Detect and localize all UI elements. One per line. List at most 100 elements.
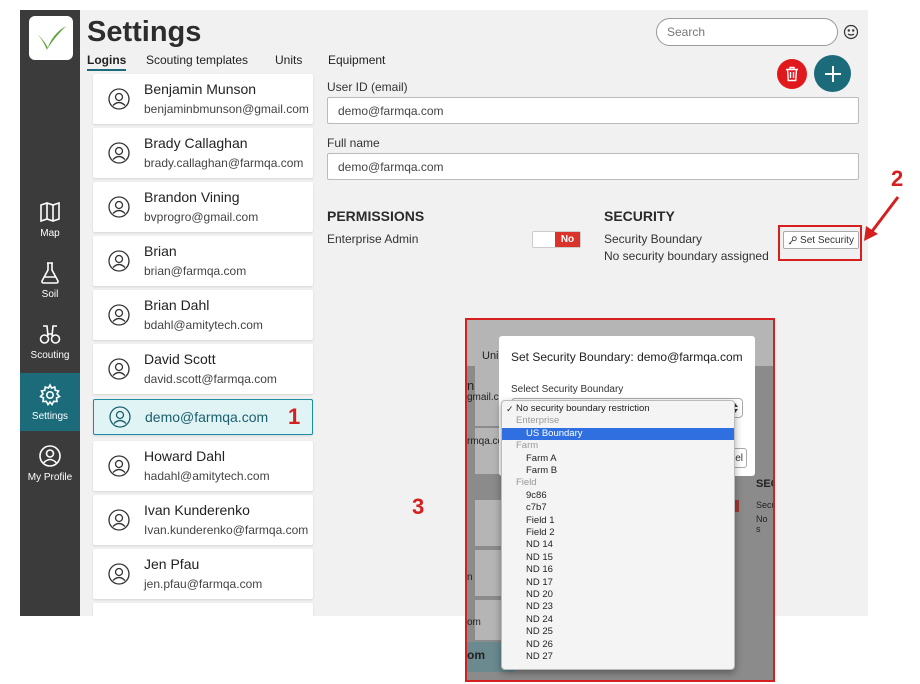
checkmark-icon: ✓ [506, 404, 514, 414]
sidebar: Map Soil Scouting Settings My Profile [20, 10, 80, 616]
inset-security-fragment: SEC [756, 478, 773, 490]
page-title: Settings [87, 16, 202, 48]
inset-security-fragment: No s [756, 514, 768, 534]
sidebar-item-scouting[interactable]: Scouting [20, 312, 80, 370]
user-name: demo@farmqa.com [145, 409, 269, 425]
app-logo[interactable] [29, 16, 73, 60]
dropdown-option[interactable]: ND 25 [502, 626, 734, 638]
user-email: Ivan.kunderenko@farmqa.com [144, 523, 309, 537]
dropdown-option[interactable]: Farm B [502, 465, 734, 477]
user-card[interactable]: Brian brian@farmqa.com [93, 236, 313, 286]
inset-security-fragment: Secu [756, 500, 775, 510]
dropdown-option[interactable]: 9c86 [502, 490, 734, 502]
dropdown-option[interactable]: ND 15 [502, 552, 734, 564]
inset-row-fragment: om [467, 617, 481, 628]
annotation-highlight-box [778, 225, 862, 261]
sidebar-item-label: Settings [31, 410, 69, 422]
dropdown-option[interactable]: ND 20 [502, 589, 734, 601]
sidebar-item-label: Soil [41, 288, 59, 300]
security-heading: SECURITY [604, 208, 675, 224]
permissions-heading: PERMISSIONS [327, 208, 425, 224]
binoculars-icon [39, 324, 61, 344]
user-card[interactable]: Brandon Vining bvprogro@gmail.com [93, 182, 313, 232]
user-avatar-icon [108, 455, 130, 477]
annotation-step-2: 2 [891, 166, 904, 191]
inset-name-fragment: n [467, 378, 475, 393]
sidebar-item-label: Scouting [30, 349, 70, 361]
sidebar-item-soil[interactable]: Soil [20, 251, 80, 309]
sidebar-item-settings[interactable]: Settings [20, 373, 80, 431]
dropdown-group-label: Field [516, 477, 537, 489]
security-boundary-status: No security boundary assigned [604, 249, 769, 263]
dropdown-option[interactable]: ✓ No security boundary restriction [502, 403, 734, 415]
option-label: No security boundary restriction [516, 403, 650, 414]
dropdown-option[interactable]: Farm A [502, 453, 734, 465]
annotation-step-1: 1 [288, 404, 301, 429]
user-card[interactable]: Brady Callaghan brady.callaghan@farmqa.c… [93, 128, 313, 178]
annotation-step-3: 3 [412, 494, 425, 519]
zoomed-inset: Uni n gmail.co rmqa.com n om om SEC Secu… [465, 318, 775, 682]
user-avatar-icon [108, 250, 130, 272]
tab-units[interactable]: Units [275, 53, 302, 67]
user-name: Brandon Vining [144, 189, 240, 205]
user-card[interactable]: David Scott david.scott@farmqa.com [93, 344, 313, 394]
user-avatar-icon [108, 196, 130, 218]
dropdown-option[interactable]: Field 1 [502, 515, 734, 527]
full-name-field[interactable] [327, 153, 859, 180]
annotation-arrow-icon [864, 196, 900, 241]
user-card-selected[interactable]: demo@farmqa.com [93, 399, 313, 435]
delete-user-button[interactable] [777, 59, 807, 89]
user-name: Howard Dahl [144, 448, 225, 464]
sidebar-item-label: Map [40, 227, 60, 239]
tab-logins[interactable]: Logins [87, 53, 127, 71]
check-logo-icon [37, 26, 66, 50]
user-id-field[interactable] [327, 97, 859, 124]
user-avatar-icon [108, 142, 130, 164]
sidebar-item-label: My Profile [27, 471, 73, 483]
dropdown-option-selected[interactable]: US Boundary [502, 427, 734, 441]
dropdown-option[interactable]: Field 2 [502, 527, 734, 539]
user-card-partial[interactable] [93, 603, 313, 616]
user-email: bvprogro@gmail.com [144, 210, 259, 224]
dropdown-option[interactable]: c7b7 [502, 502, 734, 514]
dropdown-option[interactable]: ND 27 [502, 651, 734, 663]
user-card[interactable]: Ivan Kunderenko Ivan.kunderenko@farmqa.c… [93, 495, 313, 545]
add-user-button[interactable] [814, 55, 851, 92]
user-avatar-icon [108, 304, 130, 326]
dropdown-option[interactable]: ND 17 [502, 577, 734, 589]
sidebar-item-my-profile[interactable]: My Profile [20, 434, 80, 492]
dialog-select-label: Select Security Boundary [511, 384, 624, 395]
user-email: jen.pfau@farmqa.com [144, 577, 263, 591]
user-avatar-icon [108, 509, 130, 531]
user-card[interactable]: Howard Dahl hadahl@amitytech.com [93, 441, 313, 491]
security-boundary-label: Security Boundary [604, 232, 703, 246]
tab-scouting-templates[interactable]: Scouting templates [146, 53, 248, 67]
user-card[interactable]: Brian Dahl bdahl@amitytech.com [93, 290, 313, 340]
user-icon [39, 444, 61, 467]
user-card[interactable]: Benjamin Munson benjaminbmunson@gmail.co… [93, 74, 313, 124]
inset-row-fragment: om [467, 648, 485, 662]
toggle-state: No [555, 232, 580, 247]
user-email: hadahl@amitytech.com [144, 469, 270, 483]
enterprise-admin-toggle[interactable]: No [532, 231, 581, 248]
dropdown-option[interactable]: ND 24 [502, 614, 734, 626]
dropdown-option[interactable]: ND 16 [502, 564, 734, 576]
security-boundary-dropdown[interactable]: ✓ No security boundary restriction Enterp… [501, 400, 735, 670]
user-name: Brady Callaghan [144, 135, 248, 151]
user-name: Brian [144, 243, 177, 259]
user-email: benjaminbmunson@gmail.com [144, 102, 309, 116]
dropdown-option[interactable]: ND 26 [502, 639, 734, 651]
feedback-smiley-icon[interactable] [843, 24, 859, 40]
trash-icon [786, 66, 798, 82]
tab-equipment[interactable]: Equipment [328, 53, 385, 67]
dropdown-option[interactable]: ND 14 [502, 539, 734, 551]
enterprise-admin-label: Enterprise Admin [327, 232, 419, 246]
user-card[interactable]: Jen Pfau jen.pfau@farmqa.com [93, 549, 313, 599]
user-email: bdahl@amitytech.com [144, 318, 263, 332]
user-email: brady.callaghan@farmqa.com [144, 156, 304, 170]
user-name: Jen Pfau [144, 556, 200, 572]
dropdown-option[interactable]: ND 23 [502, 601, 734, 613]
full-name-label: Full name [327, 136, 380, 150]
sidebar-item-map[interactable]: Map [20, 190, 80, 248]
search-input[interactable] [656, 18, 838, 46]
